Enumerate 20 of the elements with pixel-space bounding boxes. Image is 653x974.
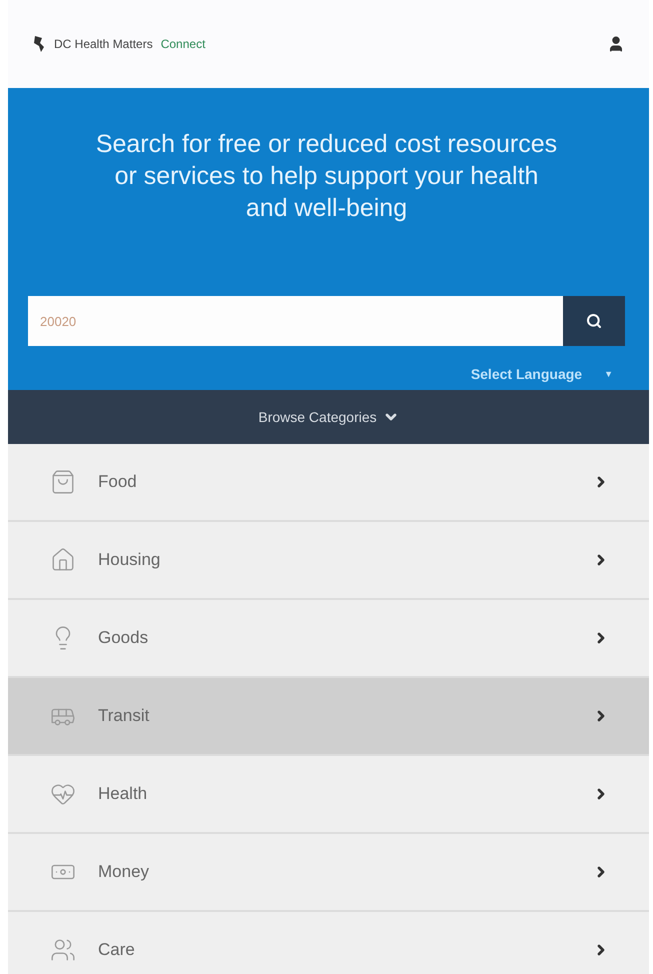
category-item[interactable]: Transit [8, 678, 649, 756]
bag-icon [50, 469, 76, 495]
category-item[interactable]: Health [8, 756, 649, 834]
hero-heading: Search for free or reduced cost resources or services to help support your health and well-being [94, 129, 558, 224]
house-icon [50, 547, 76, 573]
category-item[interactable]: Money [8, 834, 649, 912]
logo-icon [32, 35, 46, 53]
search-button[interactable] [563, 296, 625, 346]
language-caret[interactable]: ▼ [604, 369, 613, 379]
category-item[interactable]: Food [8, 444, 649, 522]
user-icon[interactable] [607, 35, 625, 53]
search-icon [586, 313, 602, 329]
brand-name: DC Health Matters [54, 37, 153, 51]
language-selector[interactable]: Select Language [470, 366, 582, 382]
people-icon [50, 937, 76, 963]
browse-categories-button[interactable]: Browse Categories [8, 390, 649, 444]
category-item[interactable]: Housing [8, 522, 649, 600]
category-item[interactable]: Care [8, 912, 649, 974]
brand-product: Connect [160, 37, 206, 51]
category-item[interactable]: Goods [8, 600, 649, 678]
